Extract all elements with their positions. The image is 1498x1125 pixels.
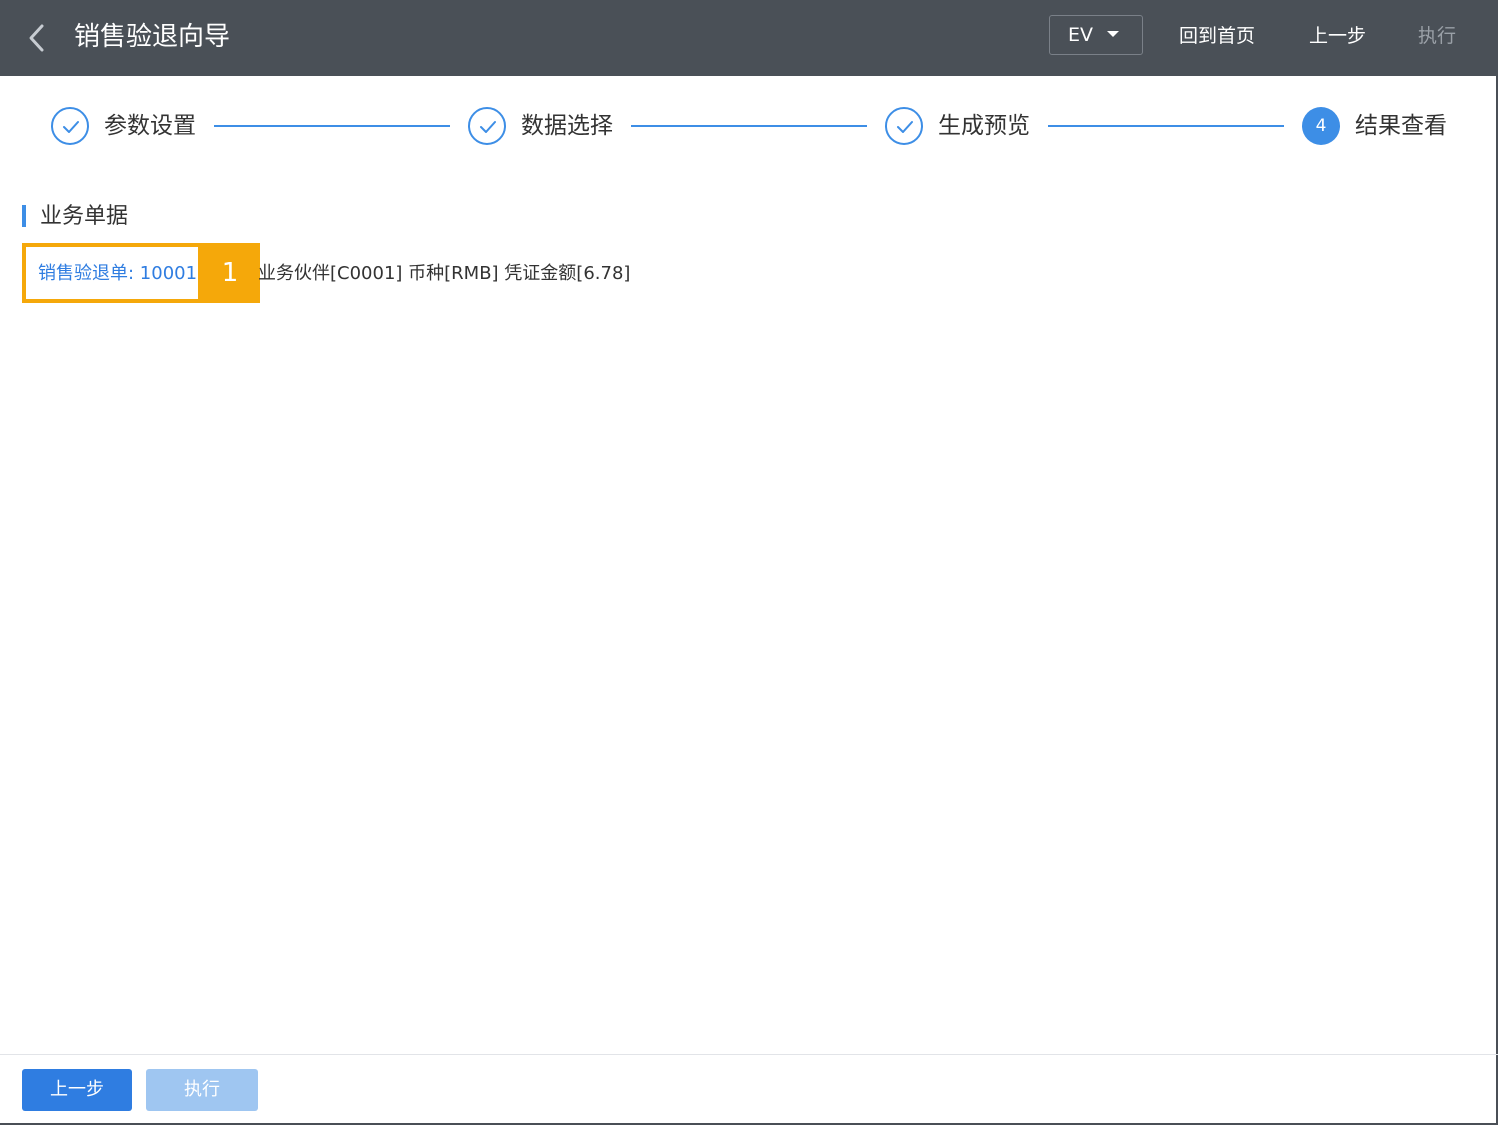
environment-select-value: EV (1068, 24, 1094, 46)
step-connector-2 (631, 125, 867, 127)
caret-down-icon (1107, 31, 1119, 37)
step-2-indicator (468, 107, 506, 145)
page-title: 销售验退向导 (74, 22, 231, 52)
step-connector-3 (1048, 125, 1284, 127)
section-title: 业务单据 (40, 204, 129, 229)
step-1-indicator (51, 107, 89, 145)
step-3-indicator (885, 107, 923, 145)
execute-link: 执行 (1418, 25, 1457, 47)
prev-step-link[interactable]: 上一步 (1309, 20, 1366, 52)
check-icon (480, 121, 496, 133)
check-icon (897, 121, 913, 133)
document-link[interactable]: 销售验退单: 10001 (38, 259, 197, 289)
step-1-label: 参数设置 (104, 113, 196, 139)
step-connector-1 (214, 125, 450, 127)
step-4-label: 结果查看 (1355, 113, 1447, 139)
chevron-left-icon (29, 24, 44, 52)
step-3-label: 生成预览 (938, 113, 1030, 139)
document-detail: 业务伙伴[C0001] 币种[RMB] 凭证金额[6.78] (258, 263, 631, 284)
environment-select[interactable]: EV (1049, 15, 1143, 55)
back-button[interactable] (22, 20, 52, 56)
footer-divider (0, 1054, 1498, 1055)
app-header: 销售验退向导 EV 回到首页 上一步 执行 (0, 0, 1498, 76)
check-icon (63, 121, 79, 133)
execute-button: 执行 (146, 1069, 258, 1111)
home-link[interactable]: 回到首页 (1179, 20, 1255, 52)
section-accent-bar (22, 205, 26, 227)
step-2-label: 数据选择 (521, 113, 613, 139)
callout-badge: 1 (200, 243, 260, 303)
step-4-indicator: 4 (1302, 107, 1340, 145)
prev-step-button[interactable]: 上一步 (22, 1069, 132, 1111)
